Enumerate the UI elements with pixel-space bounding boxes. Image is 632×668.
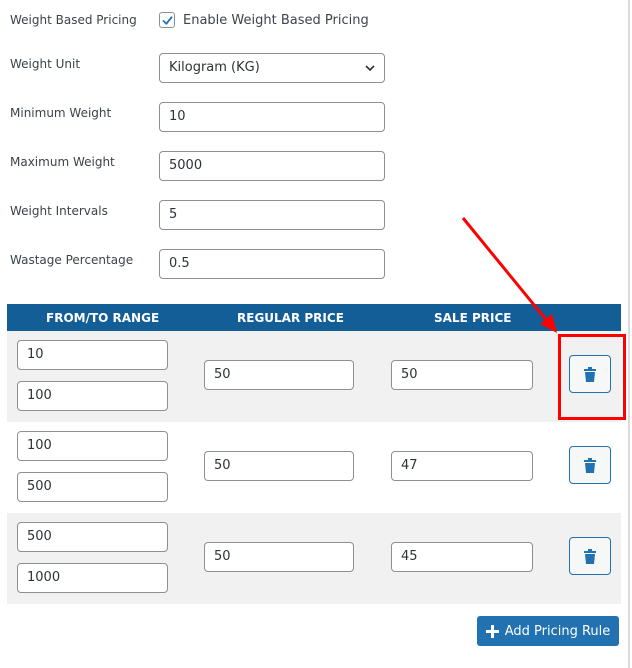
chevron-down-icon bbox=[365, 65, 375, 72]
add-pricing-rule-button[interactable]: Add Pricing Rule bbox=[477, 616, 619, 646]
enable-weight-pricing-checkbox-wrap[interactable]: Enable Weight Based Pricing bbox=[159, 12, 369, 28]
regular-price-input[interactable]: 50 bbox=[204, 360, 354, 390]
enable-weight-pricing-label: Enable Weight Based Pricing bbox=[183, 12, 369, 28]
header-from-to-range: FROM/TO RANGE bbox=[46, 311, 160, 325]
pricing-table-header: FROM/TO RANGE REGULAR PRICE SALE PRICE bbox=[7, 304, 621, 331]
weight-unit-label: Weight Unit bbox=[10, 57, 81, 71]
minimum-weight-input[interactable]: 10 bbox=[159, 102, 385, 132]
header-regular-price: REGULAR PRICE bbox=[237, 311, 344, 325]
maximum-weight-label: Maximum Weight bbox=[10, 155, 115, 169]
delete-rule-button[interactable] bbox=[569, 355, 611, 393]
minimum-weight-label: Minimum Weight bbox=[10, 106, 112, 120]
range-to-input[interactable]: 500 bbox=[17, 472, 168, 502]
checkmark-icon bbox=[162, 15, 172, 25]
trash-icon bbox=[584, 366, 596, 382]
range-from-input[interactable]: 100 bbox=[17, 431, 168, 461]
delete-rule-button[interactable] bbox=[569, 537, 611, 575]
wastage-percentage-input[interactable]: 0.5 bbox=[159, 249, 385, 279]
delete-rule-button[interactable] bbox=[569, 446, 611, 484]
weight-intervals-label: Weight Intervals bbox=[10, 204, 108, 218]
sale-price-input[interactable]: 45 bbox=[391, 542, 533, 572]
weight-based-pricing-label: Weight Based Pricing bbox=[10, 13, 137, 27]
weight-unit-value: Kilogram (KG) bbox=[169, 60, 260, 75]
range-from-input[interactable]: 500 bbox=[17, 522, 168, 552]
regular-price-input[interactable]: 50 bbox=[204, 542, 354, 572]
trash-icon bbox=[584, 548, 596, 564]
weight-unit-select[interactable]: Kilogram (KG) bbox=[159, 53, 385, 83]
weight-intervals-input[interactable]: 5 bbox=[159, 200, 385, 230]
wastage-percentage-label: Wastage Percentage bbox=[10, 253, 134, 267]
scrollbar-divider bbox=[628, 0, 630, 668]
range-from-input[interactable]: 10 bbox=[17, 340, 168, 370]
regular-price-input[interactable]: 50 bbox=[204, 451, 354, 481]
trash-icon bbox=[584, 457, 596, 473]
sale-price-input[interactable]: 47 bbox=[391, 451, 533, 481]
maximum-weight-input[interactable]: 5000 bbox=[159, 151, 385, 181]
add-pricing-rule-label: Add Pricing Rule bbox=[504, 623, 611, 639]
header-sale-price: SALE PRICE bbox=[434, 311, 512, 325]
pricing-rule-row: 100 500 50 47 bbox=[7, 422, 621, 513]
enable-weight-pricing-checkbox[interactable] bbox=[159, 12, 175, 28]
range-to-input[interactable]: 1000 bbox=[17, 563, 168, 593]
plus-icon bbox=[485, 624, 499, 638]
range-to-input[interactable]: 100 bbox=[17, 381, 168, 411]
sale-price-input[interactable]: 50 bbox=[391, 360, 533, 390]
pricing-rule-row: 500 1000 50 45 bbox=[7, 513, 621, 604]
pricing-rule-row: 10 100 50 50 bbox=[7, 331, 621, 422]
